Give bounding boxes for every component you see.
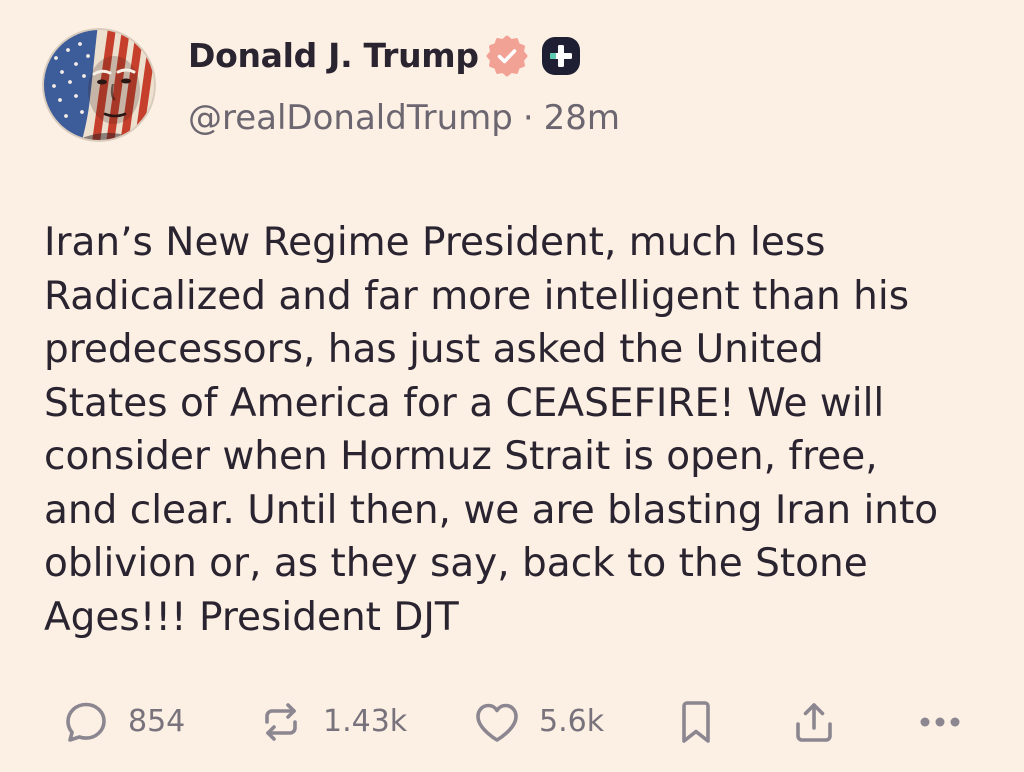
bookmark-button[interactable] [672, 698, 720, 746]
post-text-line: Radicalized and far more intelligent tha… [44, 273, 910, 319]
author-name-row: Donald J. Trump [188, 34, 581, 78]
post-text-line: predecessors, has just asked the United [44, 327, 824, 372]
like-button[interactable]: 5.6k [473, 698, 604, 746]
post-timestamp[interactable]: 28m [544, 96, 620, 140]
avatar-image [42, 28, 156, 142]
bookmark-icon [672, 698, 720, 746]
author-handle[interactable]: @realDonaldTrump [188, 96, 513, 140]
post-text-line: and clear. Until then, we are blasting I… [44, 487, 939, 533]
post-text-line: States of America for a CEASEFIRE! We wi… [44, 380, 885, 426]
like-count: 5.6k [539, 704, 605, 739]
author-name[interactable]: Donald J. Trump [188, 34, 479, 78]
repost-icon [257, 698, 305, 746]
share-icon [790, 698, 838, 746]
meta-separator: · [522, 98, 534, 138]
truth-plus-icon [541, 37, 580, 75]
repost-button[interactable]: 1.43k [257, 698, 407, 746]
verified-badge-icon [486, 35, 528, 77]
avatar[interactable] [42, 28, 156, 142]
author-meta-row: @realDonaldTrump · 28m [188, 96, 620, 140]
reply-count: 854 [128, 704, 186, 739]
reply-icon [62, 698, 110, 746]
more-options-button[interactable] [916, 698, 964, 746]
post-text-line: Ages!!! President DJT [44, 594, 459, 640]
like-icon [473, 698, 521, 746]
reply-button[interactable]: 854 [62, 698, 185, 746]
post-text-line: Iran’s New Regime President, much less [44, 220, 826, 265]
post-text-line: oblivion or, as they say, back to the St… [44, 541, 868, 586]
post-text-line: consider when Hormuz Strait is open, fre… [44, 434, 878, 479]
share-button[interactable] [790, 698, 838, 746]
more-icon [916, 698, 964, 746]
post-text: Iran’s New Regime President, much less R… [44, 216, 938, 644]
repost-count: 1.43k [323, 704, 408, 739]
